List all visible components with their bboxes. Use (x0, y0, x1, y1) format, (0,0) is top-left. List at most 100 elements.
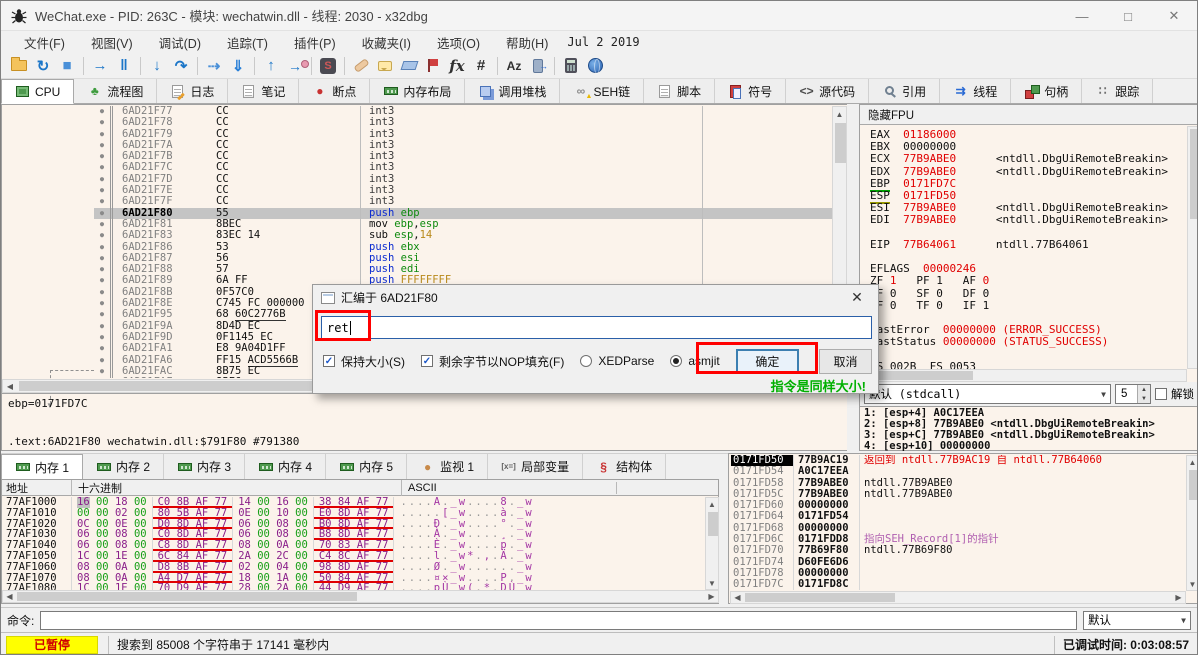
command-input[interactable] (40, 611, 1077, 630)
tab-断点[interactable]: ●断点 (299, 79, 370, 103)
step-down-icon[interactable]: ⇓ (226, 55, 250, 77)
disasm-row[interactable]: ●6AD21F8383EC 14sub esp,14 (94, 230, 832, 241)
tab-内存-5[interactable]: 内存 5 (326, 454, 407, 479)
tab-内存-2[interactable]: 内存 2 (83, 454, 164, 479)
scroll-left-icon[interactable]: ◀ (3, 592, 16, 601)
tab-内存-1[interactable]: 内存 1 (1, 454, 83, 480)
memory-vscrollbar[interactable]: ▲ ▼ (705, 497, 719, 590)
run-icon[interactable]: → (88, 55, 112, 77)
scroll-up-icon[interactable]: ▲ (706, 498, 718, 510)
tab-结构体[interactable]: §结构体 (583, 454, 666, 479)
scroll-up-icon[interactable]: ▲ (833, 107, 846, 121)
cancel-button[interactable]: 取消 (819, 349, 872, 374)
column-header-hex[interactable]: 十六进制 (72, 480, 402, 496)
disasm-row[interactable]: ●6AD21F8756push esi (94, 253, 832, 264)
attach-icon[interactable] (526, 55, 550, 77)
menu-o[interactable]: 选项(O) (424, 31, 493, 54)
scroll-left-icon[interactable]: ◀ (3, 379, 17, 393)
menu-f[interactable]: 文件(F) (11, 31, 78, 54)
scroll-right-icon[interactable]: ▶ (1172, 593, 1185, 602)
disasm-row[interactable]: ●6AD21F8653push ebx (94, 242, 832, 253)
column-header-ascii[interactable]: ASCII (402, 482, 617, 494)
tab-cpu[interactable]: CPU (1, 79, 74, 104)
menu-p[interactable]: 插件(P) (281, 31, 349, 54)
run-to-user-code-icon[interactable]: → (283, 55, 307, 77)
internet-icon[interactable] (583, 55, 607, 77)
memory-row[interactable]: 77AF10801C 00 1E 0070 D9 AF 7728 00 2A 0… (2, 583, 704, 590)
stack-vscrollbar[interactable]: ▲ ▼ (1186, 455, 1198, 591)
scroll-down-icon[interactable]: ▼ (706, 577, 718, 589)
tab-日志[interactable]: 日志 (157, 79, 228, 103)
disasm-row[interactable]: ●6AD21F7BCCint3 (94, 151, 832, 162)
calling-convention-select[interactable]: 默认 (stdcall) ▼ (864, 384, 1111, 404)
assembly-instruction-input[interactable]: ret (321, 316, 872, 339)
tab-内存布局[interactable]: 内存布局 (370, 79, 465, 103)
disasm-row-selected[interactable]: ●6AD21F8055push ebp (94, 208, 832, 219)
column-header-address[interactable]: 地址 (2, 480, 72, 496)
registers-hscrollbar[interactable] (860, 369, 1187, 382)
labels-icon[interactable] (397, 55, 421, 77)
step-into-icon[interactable]: ↓ (145, 55, 169, 77)
comments-icon[interactable] (373, 55, 397, 77)
scroll-right-icon[interactable]: ▶ (705, 592, 718, 601)
register-line[interactable]: CF 0 TF 0 IF 1 (870, 300, 1186, 312)
tab-局部变量[interactable]: [x=]局部变量 (488, 454, 583, 479)
disasm-row[interactable]: ●6AD21F7DCCint3 (94, 174, 832, 185)
memory-hscrollbar[interactable]: ◀ ▶ (2, 590, 719, 603)
tab-脚本[interactable]: 脚本 (644, 79, 715, 103)
disasm-row[interactable]: ●6AD21F78CCint3 (94, 117, 832, 128)
restart-icon[interactable]: ↻ (31, 55, 55, 77)
disasm-row[interactable]: ●6AD21F7CCCint3 (94, 162, 832, 173)
tab-笔记[interactable]: 笔记 (228, 79, 299, 103)
disasm-row[interactable]: ●6AD21F7ECCint3 (94, 185, 832, 196)
call-argument[interactable]: 4: [esp+10] 00000000 (864, 441, 1198, 451)
disasm-row[interactable]: ●6AD21F7ACCint3 (94, 140, 832, 151)
menu-t[interactable]: 追踪(T) (214, 31, 281, 54)
registers-vscrollbar[interactable] (1187, 126, 1198, 369)
dialog-close-icon[interactable]: ✕ (844, 289, 870, 306)
minimize-button[interactable]: — (1059, 1, 1105, 31)
disasm-row[interactable]: ●6AD21F8857push edi (94, 264, 832, 275)
register-line[interactable]: GS 002B FS 0053 (870, 361, 1186, 369)
hash-icon[interactable]: # (469, 55, 493, 77)
disasm-row[interactable]: ●6AD21F7FCCint3 (94, 196, 832, 207)
bookmarks-icon[interactable] (421, 55, 445, 77)
run-to-cursor-icon[interactable]: ⇢ (202, 55, 226, 77)
function-icon[interactable]: fx (445, 55, 469, 77)
tab-句柄[interactable]: 句柄 (1011, 79, 1082, 103)
stack-row[interactable]: 0171FD54A0C17EEA (731, 466, 1185, 477)
tab-线程[interactable]: ⇉线程 (940, 79, 1011, 103)
maximize-button[interactable]: □ (1105, 1, 1151, 31)
arg-count-stepper[interactable]: 5 ▲▼ (1115, 384, 1151, 404)
calculator-icon[interactable] (559, 55, 583, 77)
menu-v[interactable]: 视图(V) (78, 31, 146, 54)
tab-seh链[interactable]: ∞SEH链 (560, 79, 644, 103)
disasm-row[interactable]: ●6AD21F77CCint3 (94, 106, 832, 117)
scroll-left-icon[interactable]: ◀ (731, 593, 744, 602)
register-line[interactable]: LastStatus 00000000 (STATUS_SUCCESS) (870, 336, 1186, 348)
disasm-row[interactable]: ●6AD21F818BECmov ebp,esp (94, 219, 832, 230)
execute-till-return-icon[interactable]: ↑ (259, 55, 283, 77)
stack-row[interactable]: 0171FD7077B69F80ntdll.77B69F80 (731, 545, 1185, 556)
scroll-up-icon[interactable]: ▲ (1187, 456, 1198, 468)
open-file-icon[interactable] (7, 55, 31, 77)
tab-内存-4[interactable]: 内存 4 (245, 454, 326, 479)
xedparse-radio[interactable] (580, 355, 592, 367)
stack-row[interactable]: 0171FD7C0171FD8C (731, 579, 1185, 590)
tab-监视-1[interactable]: ●监视 1 (407, 454, 488, 479)
step-over-icon[interactable]: ↷ (169, 55, 193, 77)
tab-调用堆栈[interactable]: 调用堆栈 (465, 79, 560, 103)
close-button[interactable]: ✕ (1151, 1, 1197, 31)
register-line[interactable]: EIP 77B64061 ntdll.77B64061 (870, 239, 1186, 251)
menu-i[interactable]: 收藏夹(I) (349, 31, 424, 54)
scroll-down-icon[interactable]: ▼ (1187, 578, 1198, 590)
register-line[interactable]: EDI 77B9ABE0 <ntdll.DbgUiRemoteBreakin> (870, 214, 1186, 226)
pause-icon[interactable]: ‖ (112, 55, 136, 77)
asmjit-radio[interactable] (670, 355, 682, 367)
nop-fill-checkbox[interactable]: ✓ (421, 355, 433, 367)
strings-icon[interactable]: S (316, 55, 340, 77)
keep-size-checkbox[interactable]: ✓ (323, 355, 335, 367)
stop-icon[interactable]: ■ (55, 55, 79, 77)
checkbox-icon[interactable] (1155, 388, 1167, 400)
tab-符号[interactable]: 符号 (715, 79, 786, 103)
